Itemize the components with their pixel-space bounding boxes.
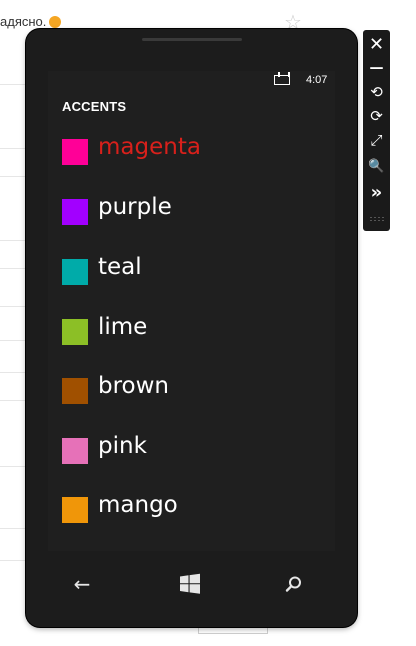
host-page-snippet: адясно. (0, 14, 62, 29)
accent-label: lime (98, 314, 148, 340)
back-button[interactable]: ← (62, 569, 102, 599)
accent-item-teal[interactable]: teal (62, 251, 322, 295)
rotate-right-icon: ⟳ (370, 107, 383, 125)
accent-swatch (62, 378, 88, 404)
minimize-icon: — (369, 60, 384, 76)
zoom-icon: 🔍 (368, 158, 385, 174)
rotate-left-button[interactable]: ⟲ (363, 81, 390, 103)
accent-item-brown[interactable]: brown (62, 370, 322, 414)
accent-item-pink[interactable]: pink (62, 430, 322, 474)
accent-item-lime[interactable]: lime (62, 311, 322, 355)
windows-logo-icon (180, 573, 200, 594)
accent-label: purple (98, 194, 172, 220)
fit-to-screen-icon: ⤢ (370, 131, 383, 149)
emoji-icon (49, 16, 62, 28)
search-button[interactable] (274, 569, 314, 599)
accent-label: teal (98, 254, 142, 280)
close-icon: ✕ (368, 33, 385, 55)
close-button[interactable]: ✕ (363, 33, 390, 55)
toolbar-grip-handle[interactable] (369, 216, 384, 222)
fit-to-screen-button[interactable]: ⤢ (363, 129, 390, 151)
rotate-right-button[interactable]: ⟳ (363, 105, 390, 127)
status-bar: 4:07 (48, 71, 335, 91)
battery-icon (274, 72, 290, 85)
emulator-toolbar: ✕ — ⟲ ⟳ ⤢ 🔍 » (363, 30, 390, 231)
accent-label: pink (98, 433, 147, 459)
accent-label: brown (98, 373, 170, 399)
accent-item-mango[interactable]: mango (62, 489, 322, 533)
accent-swatch (62, 139, 88, 165)
accent-label: mango (98, 492, 178, 518)
minimize-button[interactable]: — (363, 57, 390, 79)
accent-swatch (62, 199, 88, 225)
accent-swatch (62, 497, 88, 523)
phone-emulator: 4:07 ACCENTS magenta purple teal lime br… (26, 29, 357, 627)
accent-swatch (62, 438, 88, 464)
accent-item-magenta[interactable]: magenta (62, 131, 322, 175)
rotate-left-icon: ⟲ (370, 83, 383, 101)
search-icon (285, 576, 301, 592)
phone-screen: 4:07 ACCENTS magenta purple teal lime br… (48, 71, 335, 551)
phone-nav-bar: ← (26, 551, 357, 627)
page-title: ACCENTS (62, 99, 127, 114)
status-clock: 4:07 (306, 74, 328, 86)
phone-speaker (142, 38, 242, 41)
accent-swatch (62, 259, 88, 285)
more-icon: » (370, 181, 383, 203)
zoom-button[interactable]: 🔍 (363, 155, 390, 177)
start-button[interactable] (170, 569, 210, 599)
accent-item-purple[interactable]: purple (62, 191, 322, 235)
accent-swatch (62, 319, 88, 345)
accent-label: magenta (98, 134, 201, 160)
more-tools-button[interactable]: » (363, 181, 390, 203)
back-arrow-icon: ← (73, 572, 91, 596)
